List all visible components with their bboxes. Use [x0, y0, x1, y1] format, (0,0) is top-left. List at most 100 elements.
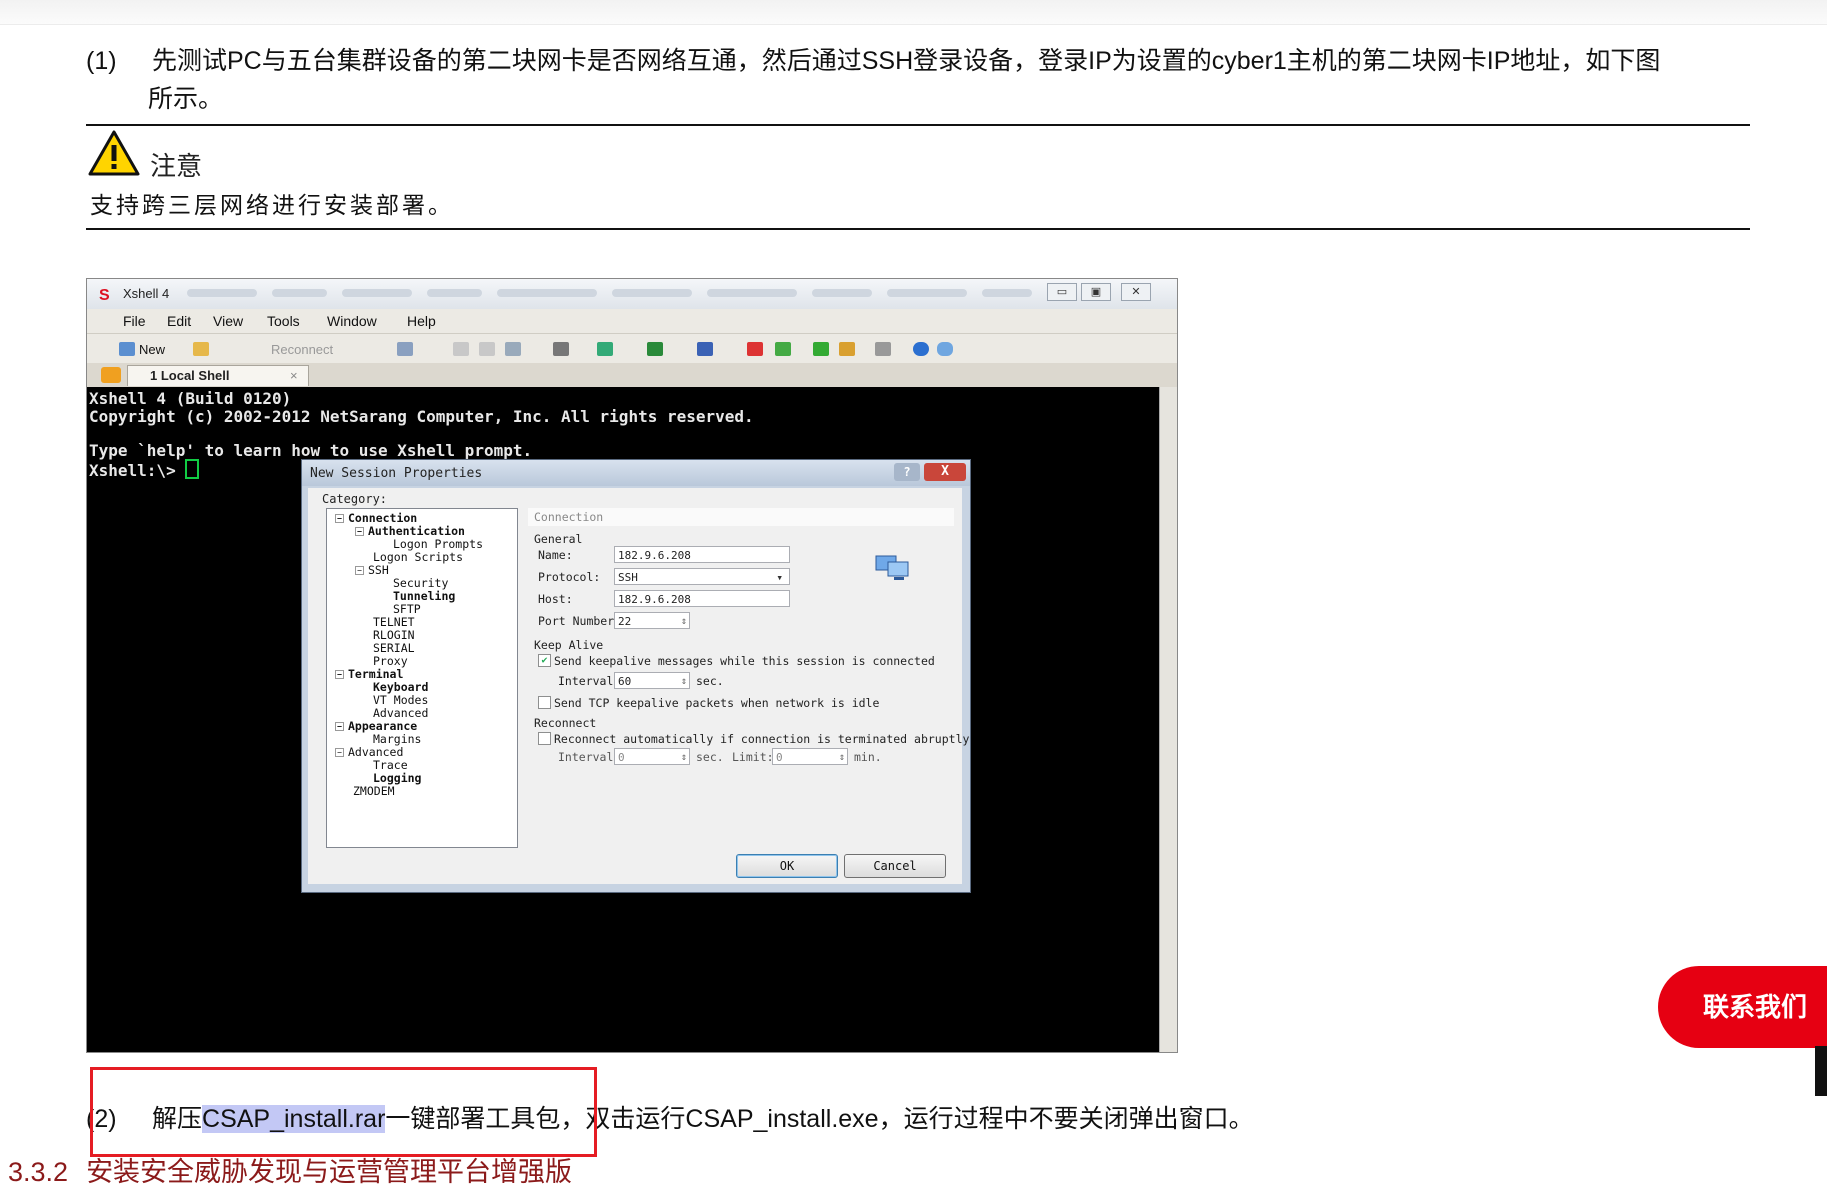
- tree-item-logon-scripts[interactable]: Logon Scripts: [373, 550, 463, 564]
- keyboard-icon[interactable]: [875, 342, 891, 356]
- tree-item-rlogin[interactable]: RLOGIN: [373, 628, 415, 642]
- keepalive-checkbox[interactable]: ✔: [538, 654, 551, 667]
- open-folder-icon[interactable]: [193, 342, 209, 356]
- tree-item-connection[interactable]: − Connection: [335, 511, 417, 525]
- section-number: 3.3.2: [8, 1157, 69, 1187]
- step-1-text-continued: 所示。: [148, 85, 224, 113]
- reconnect-button[interactable]: Reconnect: [271, 342, 333, 357]
- tcp-keepalive-label: Send TCP keepalive packets when network …: [554, 696, 880, 710]
- note-top-rule: [86, 124, 1750, 126]
- tree-item-vt-modes[interactable]: VT Modes: [373, 693, 428, 707]
- color-scheme-icon[interactable]: [597, 342, 613, 356]
- menu-help[interactable]: Help: [407, 313, 436, 329]
- xshell-logo-icon: S: [99, 287, 110, 304]
- tree-item-proxy[interactable]: Proxy: [373, 654, 408, 668]
- protocol-select[interactable]: SSH: [614, 568, 790, 586]
- tree-item-advanced[interactable]: − Advanced: [335, 745, 403, 759]
- paste-icon[interactable]: [479, 342, 495, 356]
- contact-us-button[interactable]: 联系我们: [1658, 966, 1827, 1048]
- interval-field[interactable]: 60: [614, 672, 690, 690]
- tab-close-icon[interactable]: ×: [290, 366, 298, 386]
- help-icon[interactable]: [913, 342, 929, 356]
- blurred-text: [187, 289, 257, 297]
- print-icon[interactable]: [553, 342, 569, 356]
- blurred-text: [612, 289, 692, 297]
- dialog-title: New Session Properties: [310, 466, 483, 481]
- transfer-icon[interactable]: [775, 342, 791, 356]
- tree-item-advanced[interactable]: Advanced: [373, 706, 428, 720]
- tree-item-logging[interactable]: Logging: [373, 771, 421, 785]
- globe-icon[interactable]: [647, 342, 663, 356]
- new-session-button[interactable]: New: [139, 342, 165, 357]
- find-icon[interactable]: [505, 342, 521, 356]
- terminal-scrollbar[interactable]: [1159, 387, 1177, 1052]
- menu-edit[interactable]: Edit: [167, 313, 191, 329]
- general-group-label: General: [534, 532, 583, 546]
- dialog-close-button[interactable]: X: [924, 463, 966, 481]
- tree-item-keyboard[interactable]: Keyboard: [373, 680, 428, 694]
- step-1-text: 先测试PC与五台集群设备的第二块网卡是否网络互通，然后通过SSH登录设备，登录I…: [152, 47, 1661, 75]
- xshell-window-title: Xshell 4: [123, 286, 170, 301]
- category-label: Category:: [322, 492, 388, 506]
- tcp-keepalive-checkbox[interactable]: [538, 696, 551, 709]
- tree-item-trace[interactable]: Trace: [373, 758, 408, 772]
- tree-item-sftp[interactable]: SFTP: [393, 602, 421, 616]
- minimize-icon[interactable]: ▭: [1047, 283, 1077, 301]
- chat-icon[interactable]: [937, 342, 953, 356]
- font-icon[interactable]: [697, 342, 713, 356]
- limit-label: Limit:: [732, 750, 774, 764]
- edge-scroll-indicator: [1815, 1046, 1827, 1096]
- tree-item-telnet[interactable]: TELNET: [373, 615, 415, 629]
- copy-icon[interactable]: [453, 342, 469, 356]
- menu-file[interactable]: File: [123, 313, 146, 329]
- port-field[interactable]: 22: [614, 612, 690, 630]
- tree-item-security[interactable]: Security: [393, 576, 448, 590]
- step-1-number: (1): [86, 47, 117, 75]
- tree-item-logon-prompts[interactable]: Logon Prompts: [393, 537, 483, 551]
- blurred-text: [707, 289, 797, 297]
- tree-item-authentication[interactable]: − Authentication: [355, 524, 465, 538]
- top-bar: [0, 0, 1827, 25]
- layout-icon[interactable]: [813, 342, 829, 356]
- tree-item-appearance[interactable]: − Appearance: [335, 719, 417, 733]
- properties-icon[interactable]: [397, 342, 413, 356]
- home-icon[interactable]: [101, 367, 121, 383]
- menu-window[interactable]: Window: [327, 313, 377, 329]
- menu-tools[interactable]: Tools: [267, 313, 300, 329]
- name-field[interactable]: 182.9.6.208: [614, 546, 790, 563]
- step-1: (1) 先测试PC与五台集群设备的第二块网卡是否网络互通，然后通过SSH登录设备…: [86, 42, 1766, 122]
- reconnect-interval-label: Interval:: [558, 750, 621, 764]
- reconnect-group-label: Reconnect: [534, 716, 597, 730]
- xshell-menubar: File Edit View Tools Window Help: [87, 309, 1177, 333]
- menu-view[interactable]: View: [213, 313, 243, 329]
- host-field[interactable]: 182.9.6.208: [614, 590, 790, 607]
- tree-item-serial[interactable]: SERIAL: [373, 641, 415, 655]
- tree-item-terminal[interactable]: − Terminal: [335, 667, 403, 681]
- maximize-icon[interactable]: ▣: [1081, 283, 1111, 301]
- tree-item-tunneling[interactable]: Tunneling: [393, 589, 455, 603]
- tab-local-shell[interactable]: 1 Local Shell ×: [127, 365, 309, 386]
- close-icon[interactable]: ✕: [1121, 283, 1151, 301]
- terminal-cursor: [185, 459, 200, 479]
- lock-icon[interactable]: [839, 342, 855, 356]
- reconnect-checkbox[interactable]: [538, 732, 551, 745]
- ok-button[interactable]: OK: [736, 854, 838, 878]
- terminal-line: Type `help' to learn how to use Xshell p…: [89, 441, 533, 460]
- dialog-help-button[interactable]: ?: [894, 463, 920, 481]
- tree-item-margins[interactable]: Margins: [373, 732, 421, 746]
- limit-min-label: min.: [854, 750, 882, 764]
- xftp-icon[interactable]: [747, 342, 763, 356]
- terminal-area[interactable]: Xshell 4 (Build 0120) Copyright (c) 2002…: [87, 387, 1159, 1052]
- port-label: Port Number:: [538, 614, 622, 628]
- limit-field[interactable]: 0: [772, 748, 848, 766]
- tree-item-zmodem[interactable]: ZMODEM: [353, 784, 395, 798]
- terminal-prompt: Xshell:\>: [89, 461, 186, 480]
- blurred-text: [497, 289, 597, 297]
- keepalive-checkbox-label: Send keepalive messages while this sessi…: [554, 654, 935, 668]
- note-title: 注意: [150, 152, 203, 182]
- new-session-icon: [119, 342, 135, 356]
- reconnect-interval-field[interactable]: 0: [614, 748, 690, 766]
- cancel-button[interactable]: Cancel: [844, 854, 946, 878]
- tree-item-ssh[interactable]: − SSH: [355, 563, 389, 577]
- tab-label: 1 Local Shell: [150, 368, 230, 383]
